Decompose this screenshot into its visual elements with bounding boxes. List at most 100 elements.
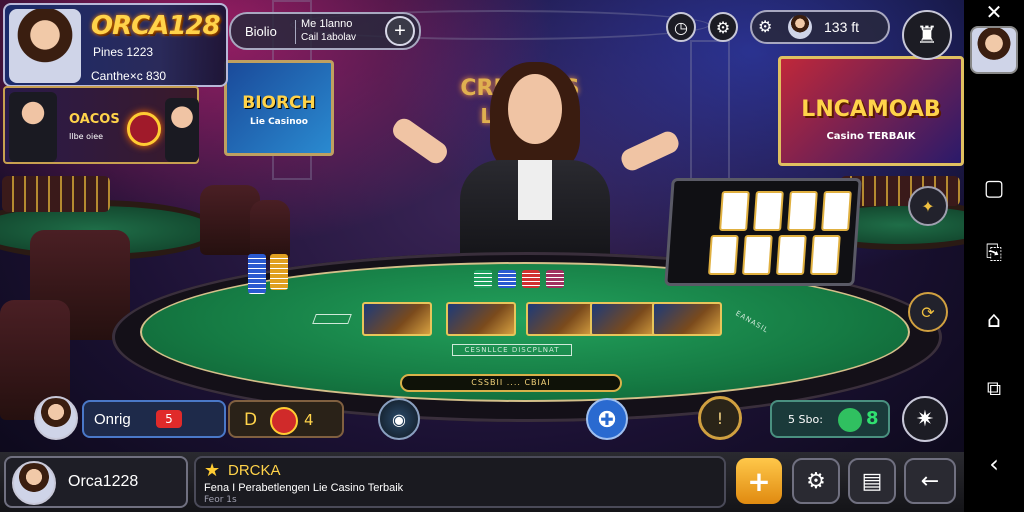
info-title: DRCKA [228, 462, 281, 479]
wall-screen-left-title: BIORCH [242, 93, 316, 113]
share-icon[interactable]: ⎘ [964, 240, 1024, 264]
system-nav-bar: ✕ ▢ ⎘ ⌂ ⧉ ‹ [964, 0, 1024, 512]
seat-avatar[interactable] [34, 396, 78, 440]
credits-gem-icon [838, 408, 862, 432]
chip-stack [248, 254, 266, 294]
credits-value: 8 [866, 408, 879, 429]
dealer-face [508, 74, 562, 144]
top-pill-line-1: Me 1lanno [301, 18, 353, 30]
back-icon[interactable]: ‹ [964, 450, 1024, 478]
cashier-icon[interactable]: ▤ [848, 458, 896, 504]
card-shoe-card [719, 191, 750, 231]
player-avatar[interactable] [9, 9, 81, 83]
refresh-icon[interactable]: ⟳ [908, 292, 948, 332]
dealer-arm-left [389, 114, 451, 168]
card-shoe-card [775, 235, 807, 275]
game-stage: BIORCH Lie Casinoo CRUEOOS LOOGN LNCAMOA… [0, 0, 964, 512]
plus-icon[interactable]: + [736, 458, 782, 504]
brand-title: ORCA128 [91, 11, 221, 41]
promo-text-1: OACOS [69, 112, 120, 127]
profile-icon[interactable] [970, 26, 1018, 74]
gear-icon[interactable]: ⚙ [708, 12, 738, 42]
back-arrow-icon[interactable]: ← [904, 458, 956, 504]
user-box[interactable]: Orca1228 [4, 456, 188, 508]
info-caption: Feor 1s [204, 495, 237, 505]
recents-icon[interactable]: ▢ [964, 176, 1024, 201]
wall-screen-left-subtitle: Lie Casinoo [250, 117, 308, 127]
chip-stack [522, 270, 540, 288]
chip-balance-value: 4 [304, 411, 314, 429]
info-box: ★ DRCKA Fena I Perabetlengen Lie Casino … [194, 456, 726, 508]
dealer-arm-right [618, 128, 682, 174]
top-pill-label: Biolio [245, 24, 277, 39]
table-marker-left [312, 314, 352, 324]
chip-balance-prefix: D [244, 410, 258, 430]
chip-balance-box[interactable]: D 4 [228, 400, 344, 438]
seat-name-box[interactable]: Onrig 5 [82, 400, 226, 438]
player-line-1: Pines 1223 [93, 45, 154, 59]
card-shoe-card [707, 235, 739, 275]
dial-icon[interactable]: ◉ [378, 398, 420, 440]
chip-stack [546, 270, 564, 288]
seat-badge: 5 [156, 410, 182, 428]
timer-icon[interactable]: ! [698, 396, 742, 440]
card-shoe-card [809, 235, 841, 275]
credits-label: 5 Sbo: [788, 413, 823, 426]
stage-truss-right [690, 40, 730, 200]
promo-banner[interactable]: OACOS Ilbe oiee [3, 86, 199, 164]
top-pill-line-2: Cail 1abolav [301, 32, 357, 43]
table-card-slot[interactable] [526, 302, 596, 336]
table-card-slot[interactable] [446, 302, 516, 336]
close-icon[interactable]: ✕ [964, 0, 1024, 24]
gear-icon[interactable]: ⚙ [792, 458, 840, 504]
promo-person [9, 92, 57, 162]
chip-stack [474, 270, 492, 288]
card-shoe-card [753, 191, 784, 231]
slot-machine-left [2, 176, 110, 212]
bet-bar[interactable]: CSSBII .... CBIAI [400, 374, 622, 392]
card-shoe [664, 178, 862, 286]
wall-screen-left: BIORCH Lie Casinoo [224, 60, 334, 156]
player-line-2: Canthe×c 830 [91, 69, 167, 83]
status-avatar [788, 15, 812, 39]
plus-icon[interactable]: + [385, 16, 415, 46]
bottom-bar: Orca1228 ★ DRCKA Fena I Perabetlengen Li… [0, 452, 964, 512]
user-avatar [12, 461, 56, 505]
promo-coin-icon [127, 112, 161, 146]
chip-stack [270, 254, 288, 290]
credits-box[interactable]: 5 Sbo: 8 [770, 400, 890, 438]
home-icon[interactable]: ⌂ [964, 308, 1024, 333]
top-right-status-pill[interactable]: ⚙ 133 ft [750, 10, 890, 44]
promo-person-2 [165, 98, 199, 162]
dealer-shirt [518, 160, 552, 220]
copy-icon[interactable]: ⧉ [964, 376, 1024, 400]
info-subtitle: Fena I Perabetlengen Lie Casino Terbaik [204, 482, 404, 494]
username: Orca1228 [68, 473, 139, 490]
promo-text-2: Ilbe oiee [69, 132, 104, 141]
wall-screen-right-title: LNCAMOAB [801, 97, 941, 122]
star-icon: ★ [204, 460, 221, 481]
trophy-icon[interactable]: ♜ [902, 10, 952, 60]
table-card-slot[interactable] [590, 302, 660, 336]
clock-icon[interactable]: ◷ [666, 12, 696, 42]
seat-name: Onrig [94, 411, 131, 428]
player-profile-card[interactable]: ORCA128 Pines 1223 Canthe×c 830 [3, 3, 228, 87]
top-info-pill[interactable]: Biolio Me 1lanno Cail 1abolav + [229, 12, 421, 50]
top-pill-divider [295, 20, 296, 44]
wall-screen-right-subtitle: Casino TERBAIK [826, 131, 916, 142]
table-card-slot[interactable] [362, 302, 432, 336]
dealer-figure [389, 60, 682, 260]
table-felt-label: CESNLLCE DISCPLNAT [452, 344, 572, 356]
card-shoe-card [787, 191, 818, 231]
chip-balance-coin-icon [270, 407, 298, 435]
card-shoe-card [821, 191, 852, 231]
table-card-slot[interactable] [652, 302, 722, 336]
card-shoe-card [741, 235, 773, 275]
chip-stack [498, 270, 516, 288]
chips-icon[interactable]: ✦ [908, 186, 948, 226]
chair-left-3 [250, 200, 290, 260]
wall-screen-right: LNCAMOAB Casino TERBAIK [778, 56, 964, 166]
star-burst-icon[interactable]: ✷ [902, 396, 948, 442]
plus-cross-icon[interactable]: ✚ [586, 398, 628, 440]
status-count: 133 ft [824, 19, 860, 35]
